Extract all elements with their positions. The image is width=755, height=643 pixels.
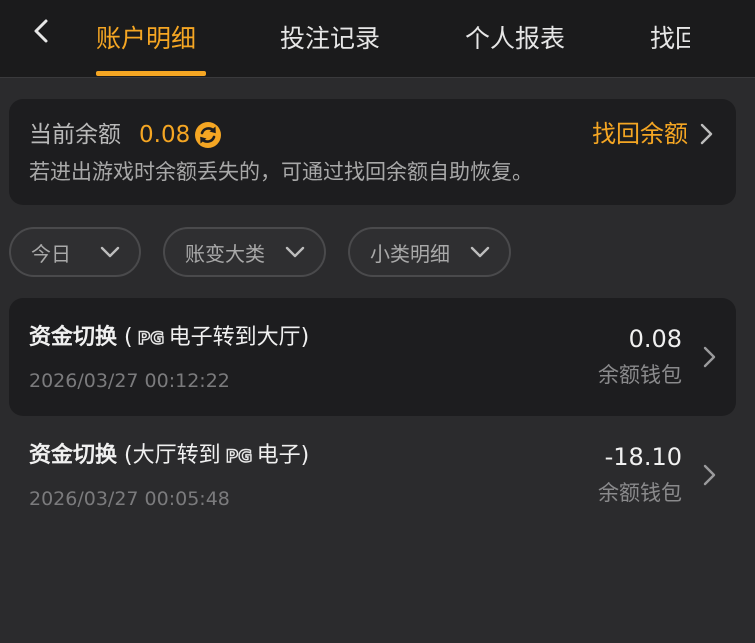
transaction-title: 资金切换 ( PG 电子转到大厅) <box>29 322 309 354</box>
chevron-left-icon <box>34 19 48 43</box>
balance-label: 当前余额 <box>29 122 121 148</box>
tab-personal-report[interactable]: 个人报表 <box>465 22 565 56</box>
transaction-type: 资金切换 <box>29 325 118 350</box>
filter-category-label: 账变大类 <box>185 241 265 266</box>
recover-balance-link[interactable]: 找回余额 <box>592 117 718 151</box>
filter-subcategory[interactable]: 小类明细 <box>348 227 511 277</box>
filter-category[interactable]: 账变大类 <box>163 227 326 277</box>
chevron-down-icon <box>285 246 305 258</box>
recover-balance-label: 找回余额 <box>592 120 688 148</box>
transaction-type: 资金切换 <box>29 443 118 468</box>
balance-value: 0.08 <box>139 122 191 148</box>
transaction-wallet: 余额钱包 <box>598 363 682 387</box>
pg-logo: PG <box>134 327 168 349</box>
tab-recover[interactable]: 找回 <box>650 22 690 56</box>
pg-logo: PG <box>222 445 256 467</box>
filter-date[interactable]: 今日 <box>9 227 141 277</box>
transaction-amount: -18.10 <box>604 443 682 471</box>
balance-card: 当前余额 0.08 找回余额 若进出游戏时余额丢失的，可通过找回余额自助恢复。 <box>9 99 736 205</box>
transaction-paren: ( <box>117 325 133 350</box>
filter-date-label: 今日 <box>31 241 71 266</box>
top-nav-bar: 账户明细 投注记录 个人报表 找回 <box>0 0 755 78</box>
transaction-detail-after: 电子) <box>256 443 310 468</box>
refresh-icon[interactable] <box>193 120 223 150</box>
tab-account-details[interactable]: 账户明细 <box>96 22 196 56</box>
transaction-row[interactable]: 资金切换 ( PG 电子转到大厅) 2026/03/27 00:12:22 0.… <box>9 298 736 416</box>
transaction-detail-after: 电子转到大厅) <box>168 325 310 350</box>
transaction-wallet: 余额钱包 <box>598 481 682 505</box>
transaction-row[interactable]: 资金切换 ( 大厅转到 PG 电子) 2026/03/27 00:05:48 -… <box>9 416 736 534</box>
transaction-detail-before: 大厅转到 <box>132 443 221 468</box>
transaction-paren: ( <box>117 443 133 468</box>
transaction-amount: 0.08 <box>628 325 682 353</box>
chevron-right-icon <box>700 123 713 145</box>
transaction-time: 2026/03/27 00:05:48 <box>29 488 230 510</box>
chevron-down-icon <box>100 246 120 258</box>
transaction-time: 2026/03/27 00:12:22 <box>29 370 230 392</box>
filter-subcategory-label: 小类明细 <box>370 241 450 266</box>
tab-recover-clip: 找回 <box>650 22 690 58</box>
active-tab-indicator <box>96 71 206 76</box>
back-button[interactable] <box>26 16 56 46</box>
balance-note: 若进出游戏时余额丢失的，可通过找回余额自助恢复。 <box>29 160 533 184</box>
transaction-title: 资金切换 ( 大厅转到 PG 电子) <box>29 440 309 472</box>
chevron-right-icon <box>703 464 716 486</box>
pg-logo-text: PG <box>137 329 163 349</box>
tab-bet-records[interactable]: 投注记录 <box>280 22 380 56</box>
chevron-down-icon <box>470 246 490 258</box>
chevron-right-icon <box>703 346 716 368</box>
pg-logo-text: PG <box>225 447 251 467</box>
